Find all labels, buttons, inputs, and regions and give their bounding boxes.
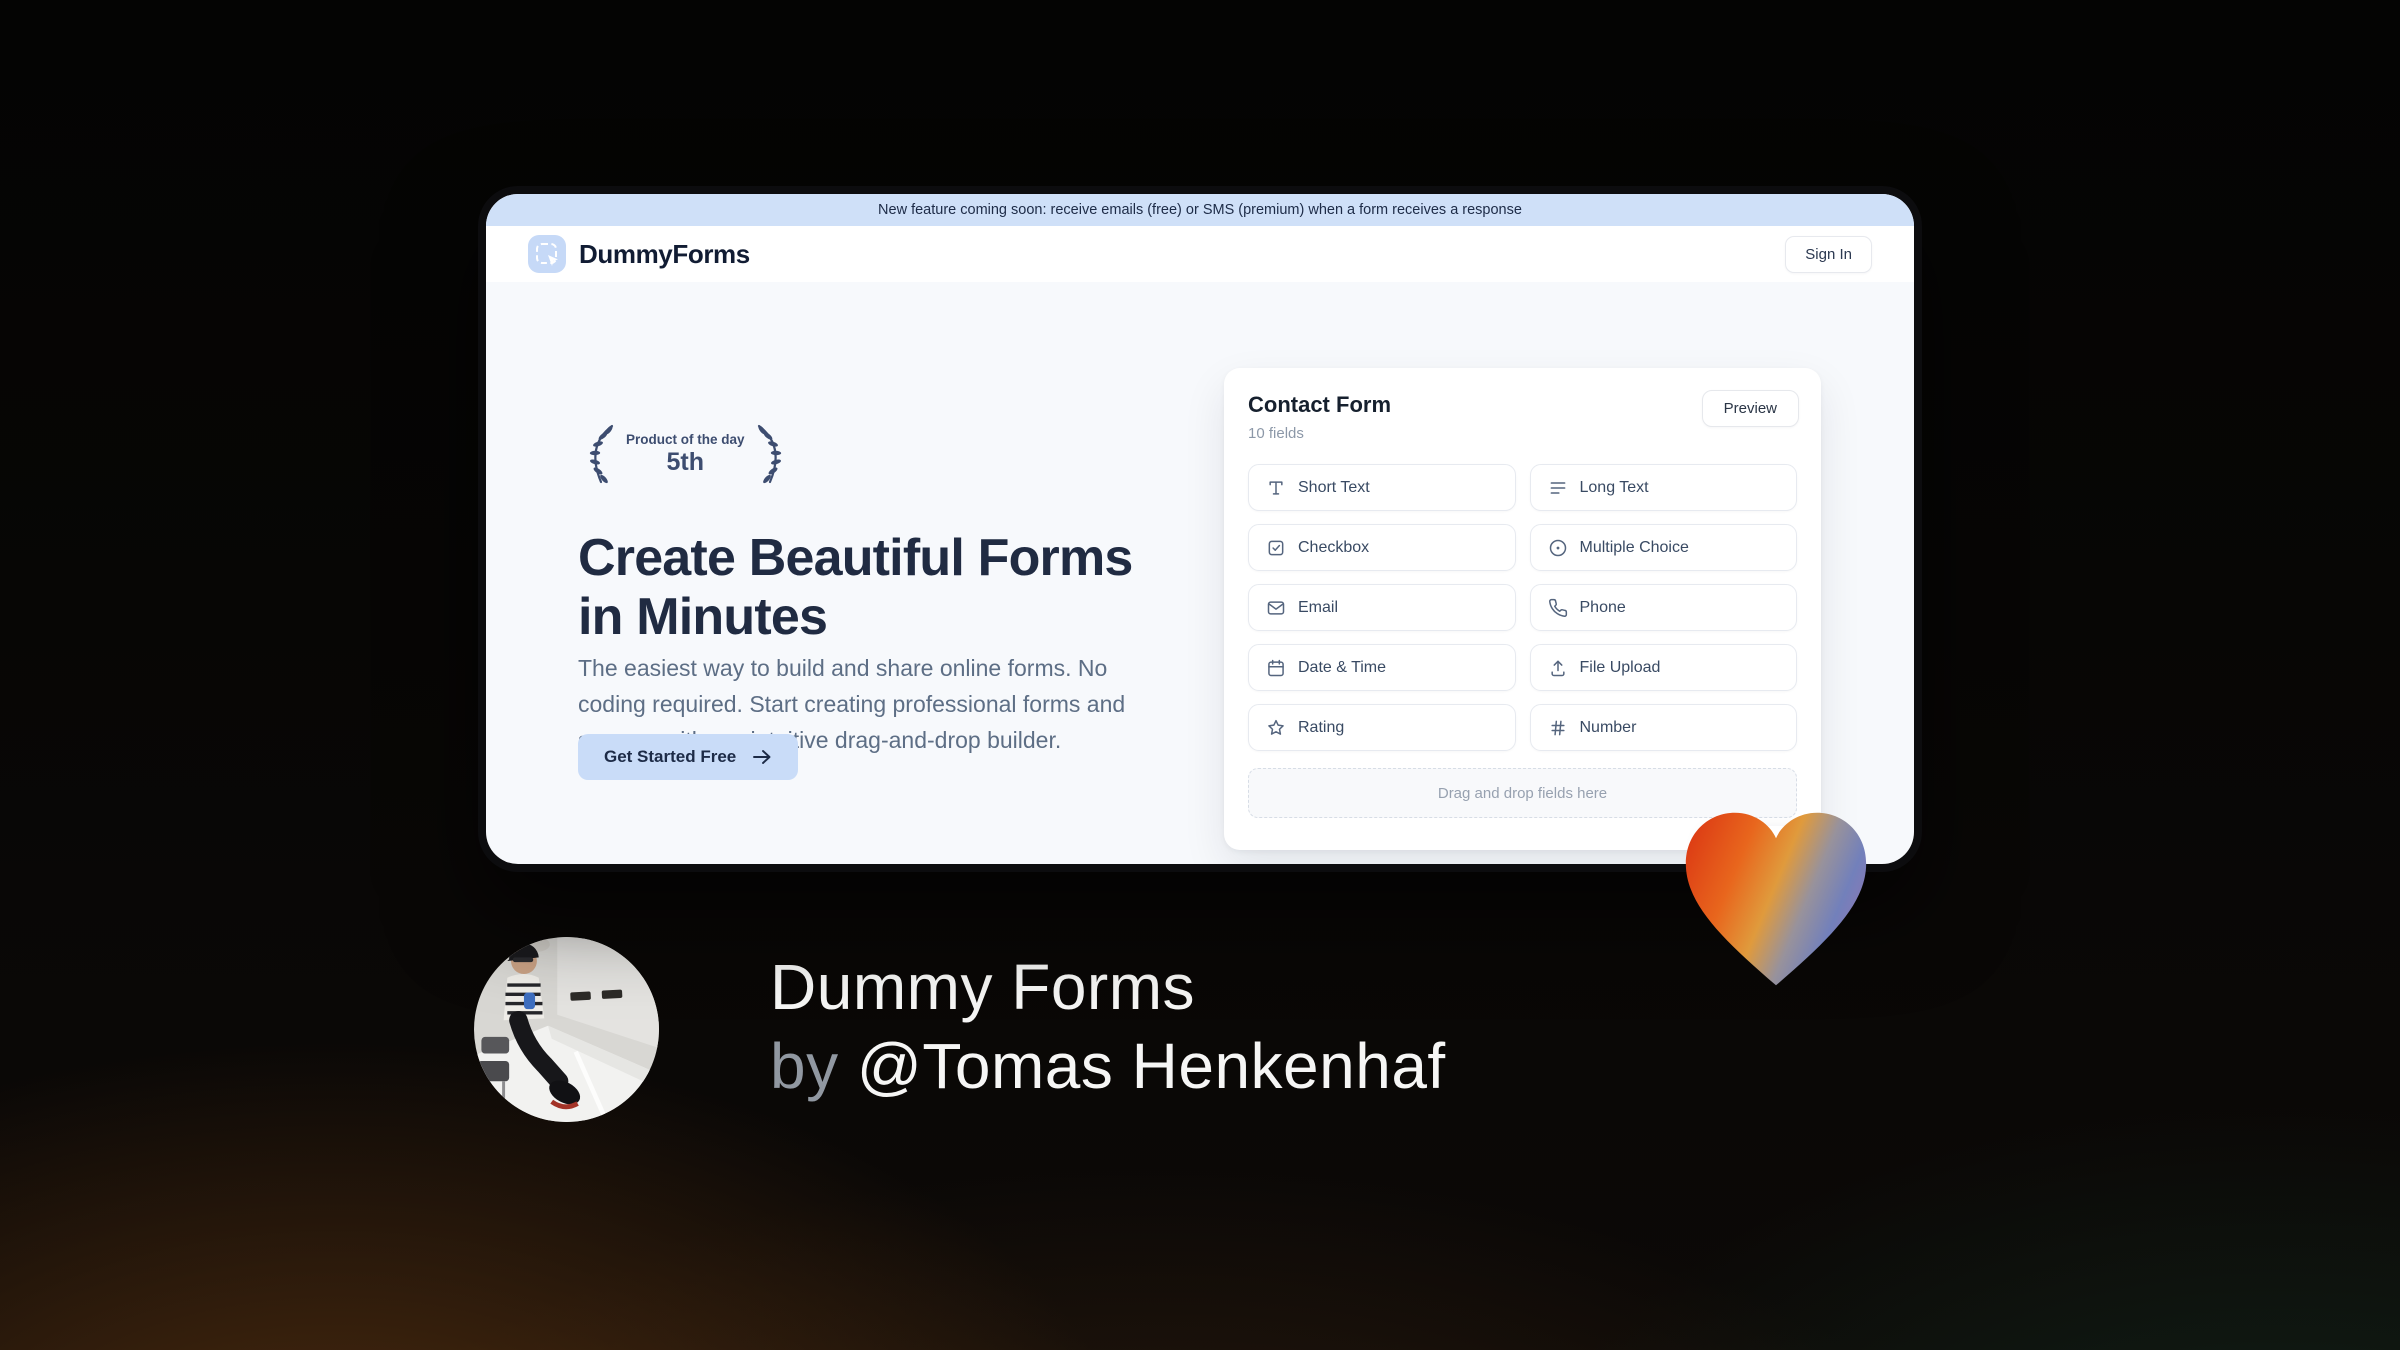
- award-text: Product of the day 5th: [626, 432, 745, 477]
- field-label: Multiple Choice: [1579, 538, 1689, 556]
- field-date-time[interactable]: Date & Time: [1248, 644, 1516, 691]
- field-short-text[interactable]: Short Text: [1248, 464, 1516, 511]
- award-line1: Product of the day: [626, 431, 745, 447]
- page-background: New feature coming soon: receive emails …: [0, 0, 2400, 1350]
- field-label: Number: [1579, 718, 1637, 736]
- dummyforms-logo-icon: [528, 235, 566, 273]
- get-started-button[interactable]: Get Started Free: [578, 734, 799, 780]
- announcement-text: New feature coming soon: receive emails …: [878, 202, 1522, 218]
- field-type-grid: Short Text Long Text Checkbox Multiple C…: [1248, 464, 1797, 751]
- field-label: Short Text: [1298, 478, 1370, 496]
- form-builder-card: Contact Form 10 fields Preview Short Tex…: [1224, 368, 1821, 864]
- author-photo: [474, 937, 659, 1122]
- star-icon: [1268, 719, 1284, 735]
- app-window-content: New feature coming soon: receive emails …: [486, 194, 1914, 864]
- app-window: New feature coming soon: receive emails …: [478, 186, 1922, 872]
- laurel-right-icon: [757, 424, 781, 484]
- field-checkbox[interactable]: Checkbox: [1248, 524, 1516, 571]
- field-label: Checkbox: [1298, 538, 1370, 556]
- laurel-left-icon: [589, 424, 614, 484]
- arrow-right-icon: [753, 750, 771, 764]
- brand: DummyForms: [528, 235, 750, 273]
- field-rating[interactable]: Rating: [1248, 704, 1516, 751]
- attribution-text: Dummy Forms by @Tomas Henkenhaf: [770, 948, 1446, 1107]
- field-phone[interactable]: Phone: [1529, 584, 1797, 631]
- product-of-the-day-badge: Product of the day 5th: [578, 422, 793, 486]
- field-label: Phone: [1579, 598, 1626, 616]
- field-label: File Upload: [1579, 658, 1661, 676]
- mail-icon: [1267, 600, 1285, 615]
- field-number[interactable]: Number: [1529, 704, 1797, 751]
- circle-dot-icon: [1549, 539, 1566, 556]
- calendar-icon: [1268, 659, 1284, 676]
- phone-icon: [1548, 598, 1567, 617]
- field-label: Long Text: [1579, 478, 1649, 496]
- gradient-heart-icon: [1685, 812, 1867, 986]
- check-square-icon: [1268, 540, 1284, 555]
- field-label: Date & Time: [1298, 658, 1387, 676]
- award-line2: 5th: [666, 447, 705, 476]
- field-file-upload[interactable]: File Upload: [1529, 644, 1797, 691]
- field-long-text[interactable]: Long Text: [1529, 464, 1797, 511]
- attribution-author-line: by @Tomas Henkenhaf: [770, 1027, 1446, 1106]
- get-started-label: Get Started Free: [604, 747, 737, 766]
- hash-icon: [1550, 720, 1565, 735]
- type-icon: [1269, 480, 1283, 495]
- author-avatar: [474, 937, 659, 1122]
- field-label: Rating: [1298, 718, 1345, 736]
- preview-button[interactable]: Preview: [1701, 390, 1799, 427]
- site-header: DummyForms Sign In: [486, 226, 1914, 282]
- field-label: Email: [1298, 598, 1339, 616]
- upload-icon: [1550, 660, 1565, 676]
- form-field-count: 10 fields: [1248, 425, 1304, 442]
- page-title: Create Beautiful Forms in Minutes: [578, 528, 1133, 647]
- drag-drop-text: Drag and drop fields here: [1437, 784, 1608, 802]
- align-left-icon: [1550, 481, 1565, 494]
- brand-name: DummyForms: [579, 238, 750, 269]
- attribution-product: Dummy Forms: [770, 951, 1196, 1023]
- sign-in-button[interactable]: Sign In: [1785, 235, 1872, 273]
- field-email[interactable]: Email: [1248, 584, 1516, 631]
- field-multiple-choice[interactable]: Multiple Choice: [1529, 524, 1797, 571]
- cursor-arrow-icon: [548, 255, 558, 266]
- attribution-by: by: [770, 1030, 839, 1103]
- attribution-author: @Tomas Henkenhaf: [856, 1030, 1446, 1103]
- hero-section: Product of the day 5th Create Beautiful …: [486, 282, 1914, 864]
- announcement-banner: New feature coming soon: receive emails …: [486, 194, 1914, 226]
